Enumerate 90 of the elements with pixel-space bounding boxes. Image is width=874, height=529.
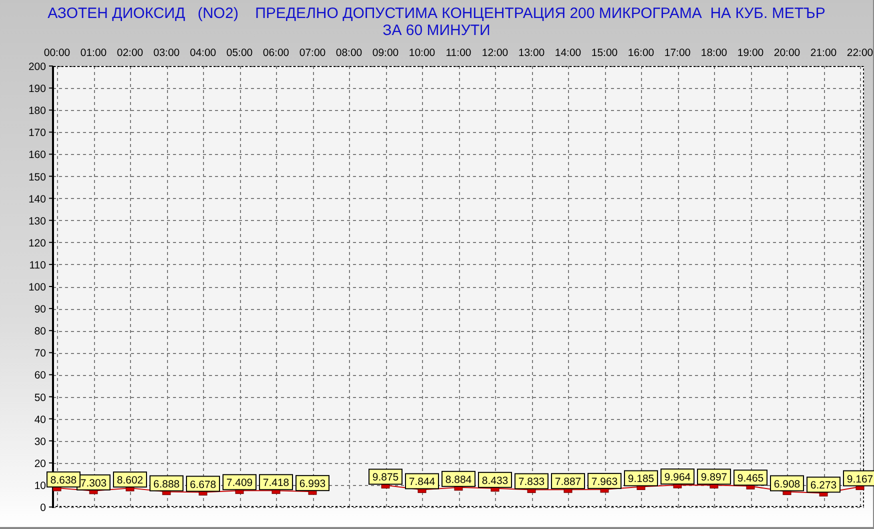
y-tick-label: 110 (29, 259, 46, 272)
data-label: 8.602 (113, 472, 147, 488)
x-tick-label: 12:00 (482, 47, 508, 59)
x-tick-label: 09:00 (372, 47, 399, 59)
y-tick-label: 90 (34, 304, 46, 316)
data-label: 8.433 (478, 472, 512, 488)
y-tick-label: 70 (34, 348, 46, 360)
chart-title: АЗОТЕН ДИОКСИД (NO2) ПРЕДЕЛНО ДОПУСТИМА КОНЦЕНТРАЦИЯ 200 МИКРОГРАМА НА КУБ. МЕТЪР (48, 5, 826, 22)
x-tick-label: 05:00 (226, 47, 253, 59)
data-label: 8.433 (482, 474, 508, 487)
data-label: 9.897 (700, 472, 728, 484)
data-label: 8.884 (442, 470, 476, 487)
data-label: 9.964 (664, 472, 691, 484)
x-tick-label: 00:00 (44, 47, 70, 59)
data-label: 8.602 (116, 474, 144, 487)
x-tick-label: 08:00 (336, 47, 362, 59)
data-label: 7.844 (405, 473, 439, 490)
data-label: 8.638 (46, 471, 80, 488)
y-tick-label: 180 (28, 105, 46, 118)
x-tick-label: 20:00 (774, 47, 800, 59)
y-tick-label: 30 (34, 436, 46, 448)
data-label: 6.908 (770, 475, 804, 492)
x-tick-label: 02:00 (116, 47, 144, 59)
y-tick-label: 120 (28, 237, 46, 250)
y-tick-label: 160 (28, 149, 46, 162)
data-label: 7.887 (554, 476, 582, 488)
y-tick-label: 130 (28, 215, 46, 228)
data-label: 6.908 (774, 478, 800, 490)
y-tick-label: 170 (28, 127, 46, 140)
x-tick-label: 11:00 (446, 47, 472, 59)
data-label: 9.465 (734, 470, 768, 486)
x-tick-label: 18:00 (700, 47, 728, 59)
data-label: 7.409 (226, 477, 253, 490)
y-tick-label: 10 (34, 480, 46, 492)
data-label: 9.185 (628, 473, 654, 486)
data-label: 8.638 (50, 474, 77, 486)
x-tick-label: 07:00 (299, 47, 326, 59)
data-label: 8.884 (445, 474, 472, 486)
data-label: 9.185 (624, 470, 658, 486)
y-tick-label: 80 (34, 326, 46, 338)
data-label: 7.833 (514, 473, 548, 490)
data-label: 6.888 (153, 478, 180, 490)
data-label: 7.418 (262, 477, 290, 490)
y-tick-label: 190 (28, 83, 46, 96)
x-tick-label: 04:00 (190, 47, 216, 59)
data-label: 7.887 (551, 473, 585, 490)
data-label: 9.465 (737, 472, 764, 485)
data-label: 6.678 (190, 478, 216, 491)
y-tick-label: 40 (34, 414, 46, 426)
x-tick-label: 14:00 (554, 47, 582, 59)
data-label: 7.303 (76, 474, 110, 490)
data-label: 6.888 (150, 475, 184, 492)
data-label: 9.875 (368, 468, 402, 485)
x-tick-label: 01:00 (80, 47, 107, 59)
x-tick-label: 16:00 (628, 47, 654, 59)
data-label: 7.409 (222, 474, 256, 490)
y-tick-label: 200 (28, 61, 46, 73)
data-label: 9.167 (846, 473, 874, 486)
y-tick-label: 140 (28, 193, 46, 206)
x-tick-label: 13:00 (518, 47, 545, 59)
data-label: 7.963 (591, 476, 618, 488)
y-tick-label: 0 (40, 502, 46, 514)
x-tick-label: 06:00 (262, 47, 290, 59)
data-label: 9.875 (372, 472, 399, 484)
data-label: 6.993 (299, 478, 326, 490)
data-label: 6.273 (810, 480, 837, 492)
x-tick-label: 15:00 (591, 47, 618, 59)
data-label: 9.964 (660, 468, 694, 485)
data-label: 9.167 (843, 470, 874, 486)
x-tick-label: 19:00 (737, 47, 764, 59)
data-label: 7.844 (408, 476, 436, 488)
y-tick-label: 100 (28, 282, 46, 294)
data-label: 9.897 (697, 468, 731, 485)
x-tick-label: 22:00 (846, 47, 874, 59)
y-tick-label: 60 (34, 370, 46, 382)
y-tick-label: 20 (34, 458, 46, 470)
data-label: 7.833 (518, 476, 545, 488)
chart-title: ЗА 60 МИНУТИ (382, 22, 490, 39)
data-label: 6.273 (806, 476, 840, 493)
data-label: 7.303 (80, 477, 107, 490)
data-label: 7.963 (588, 472, 622, 489)
data-label: 6.993 (296, 475, 330, 492)
y-tick-label: 150 (28, 171, 46, 184)
x-tick-label: 10:00 (408, 47, 436, 59)
y-tick-label: 50 (34, 392, 46, 404)
data-label: 6.678 (186, 476, 220, 492)
x-tick-label: 17:00 (664, 47, 691, 59)
x-tick-label: 03:00 (153, 47, 180, 59)
data-label: 7.418 (259, 474, 293, 490)
x-tick-label: 21:00 (810, 47, 837, 59)
